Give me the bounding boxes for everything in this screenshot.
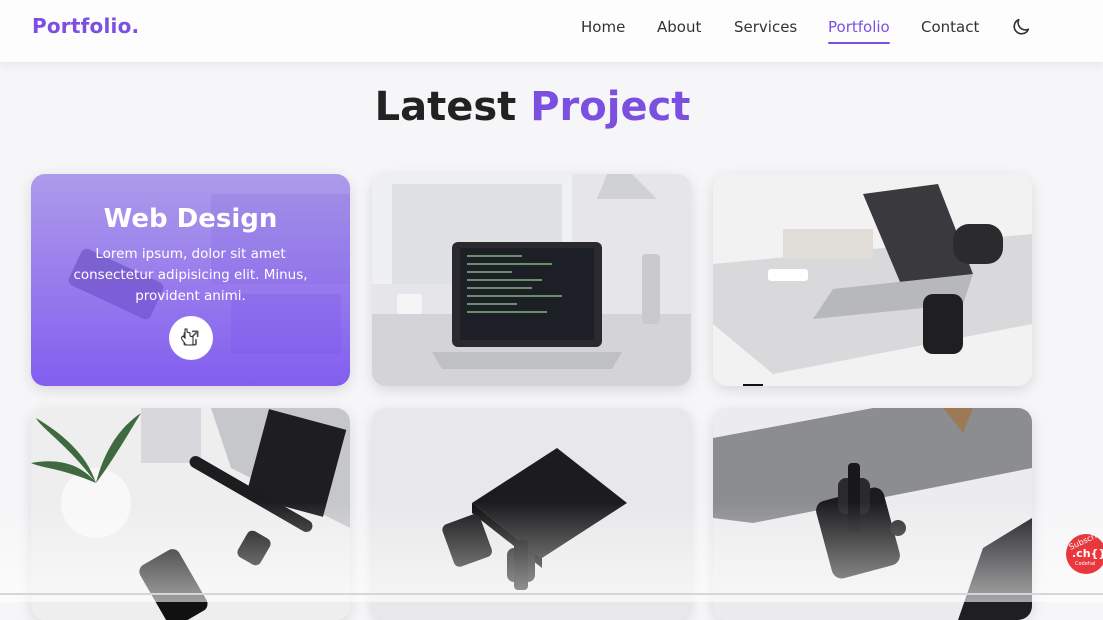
divider — [0, 593, 1103, 595]
laptop-code-desk-photo — [372, 174, 691, 386]
moon-icon[interactable] — [1010, 16, 1032, 38]
hand-cursor-icon — [181, 328, 195, 346]
header: Portfolio. Home About Services Portfolio… — [0, 0, 1103, 62]
portfolio-card-6[interactable] — [713, 408, 1032, 620]
card-title: Web Design — [31, 204, 350, 234]
portfolio-card-web-design[interactable]: Web Design Lorem ipsum, dolor sit amet c… — [31, 174, 350, 386]
subscribe-badge[interactable]: Subscrib .ch{} Codehal — [1066, 534, 1103, 574]
laptop-phone-watch-photo — [713, 408, 1032, 620]
laptop-watch-plant-photo — [31, 408, 350, 620]
card-description: Lorem ipsum, dolor sit amet consectetur … — [67, 244, 314, 307]
portfolio-overlay: Web Design Lorem ipsum, dolor sit amet c… — [31, 174, 350, 386]
channel-logo: .ch{} — [1072, 547, 1103, 560]
external-link-button[interactable] — [169, 316, 213, 360]
logo[interactable]: Portfolio. — [32, 14, 139, 38]
channel-name: Codehal — [1075, 561, 1095, 567]
section-title: Latest Project — [0, 84, 1065, 130]
section-title-accent: Project — [530, 84, 690, 130]
nav-about[interactable]: About — [657, 18, 701, 36]
nav-portfolio[interactable]: Portfolio — [828, 18, 890, 36]
portfolio-card-3[interactable] — [713, 174, 1032, 386]
nav-services[interactable]: Services — [734, 18, 797, 36]
black-laptop-watch-photo — [372, 408, 691, 620]
portfolio-card-2[interactable] — [372, 174, 691, 386]
nav-contact[interactable]: Contact — [921, 18, 979, 36]
portfolio-card-4[interactable] — [31, 408, 350, 620]
portfolio-card-5[interactable] — [372, 408, 691, 620]
laptop-desk-photo — [713, 174, 1032, 386]
section-title-main: Latest — [375, 84, 517, 130]
nav-home[interactable]: Home — [581, 18, 625, 36]
